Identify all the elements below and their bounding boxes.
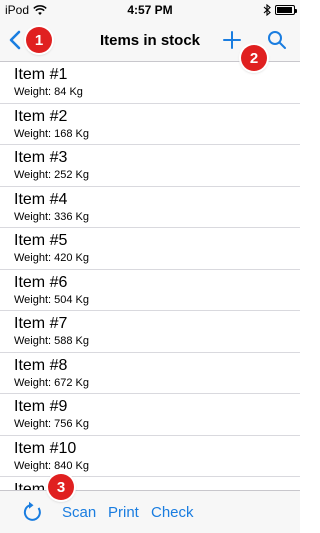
item-weight: Weight: 252 Kg [14,169,90,181]
item-title: Item #8 [14,356,68,374]
item-weight: Weight: 840 Kg [14,459,90,472]
battery-icon [275,5,297,15]
list-item[interactable]: Item #8 Weight: 672 Kg [0,353,300,394]
item-title: Item #7 [14,315,68,332]
item-title: Item #4 [14,190,68,208]
items-list[interactable]: Item #1 Weight: 84 Kg Item #2 Weight: 168 K… [0,62,300,490]
list-item[interactable]: Item #9 Weight: 756 Kg [0,394,300,436]
list-item[interactable]: Item #10 Weight: 840 Kg [0,436,300,477]
badge-1: 1 [26,27,52,53]
item-weight: Weight: 84 Kg [14,86,83,98]
item-title: Item #5 [14,232,68,249]
item-title: Item #10 [14,439,77,457]
wifi-icon [33,4,47,15]
list-item[interactable]: Item #7 Weight: 588 Kg [0,311,300,353]
bottom-toolbar: Scan Print Check [0,490,300,533]
item-weight: Weight: 420 Kg [14,252,90,264]
carrier-label: iPod [5,3,30,17]
status-bar: iPod 4:57 PM [0,0,300,20]
list-item[interactable]: Item #3 Weight: 252 Kg [0,145,300,187]
battery-level [277,7,292,13]
item-title: Item #9 [14,398,68,415]
badge-2: 2 [241,45,267,71]
item-weight: Weight: 672 Kg [14,376,90,389]
check-button[interactable]: Check [151,504,194,521]
refresh-icon[interactable] [22,501,44,523]
item-weight: Weight: 336 Kg [14,210,90,223]
list-item[interactable]: Item #2 Weight: 168 Kg [0,104,300,145]
item-title: Item #3 [14,149,68,166]
bluetooth-icon [263,4,271,16]
search-icon[interactable] [265,28,289,52]
item-weight: Weight: 504 Kg [14,293,90,306]
status-right [263,4,297,16]
list-item[interactable]: Item #6 Weight: 504 Kg [0,270,300,311]
item-weight: Weight: 588 Kg [14,335,90,347]
item-title: Item #6 [14,273,68,291]
plus-icon[interactable] [220,28,244,52]
list-item[interactable]: Item #5 Weight: 420 Kg [0,228,300,270]
status-left: iPod [5,3,47,17]
item-weight: Weight: 756 Kg [14,418,90,430]
list-item[interactable]: Item #4 Weight: 336 Kg [0,187,300,228]
badge-3: 3 [48,474,74,500]
print-button[interactable]: Print [108,504,139,521]
item-title: Item #2 [14,107,68,125]
list-item[interactable]: Item #11 [0,477,300,490]
item-weight: Weight: 168 Kg [14,127,90,140]
scan-button[interactable]: Scan [62,504,96,521]
